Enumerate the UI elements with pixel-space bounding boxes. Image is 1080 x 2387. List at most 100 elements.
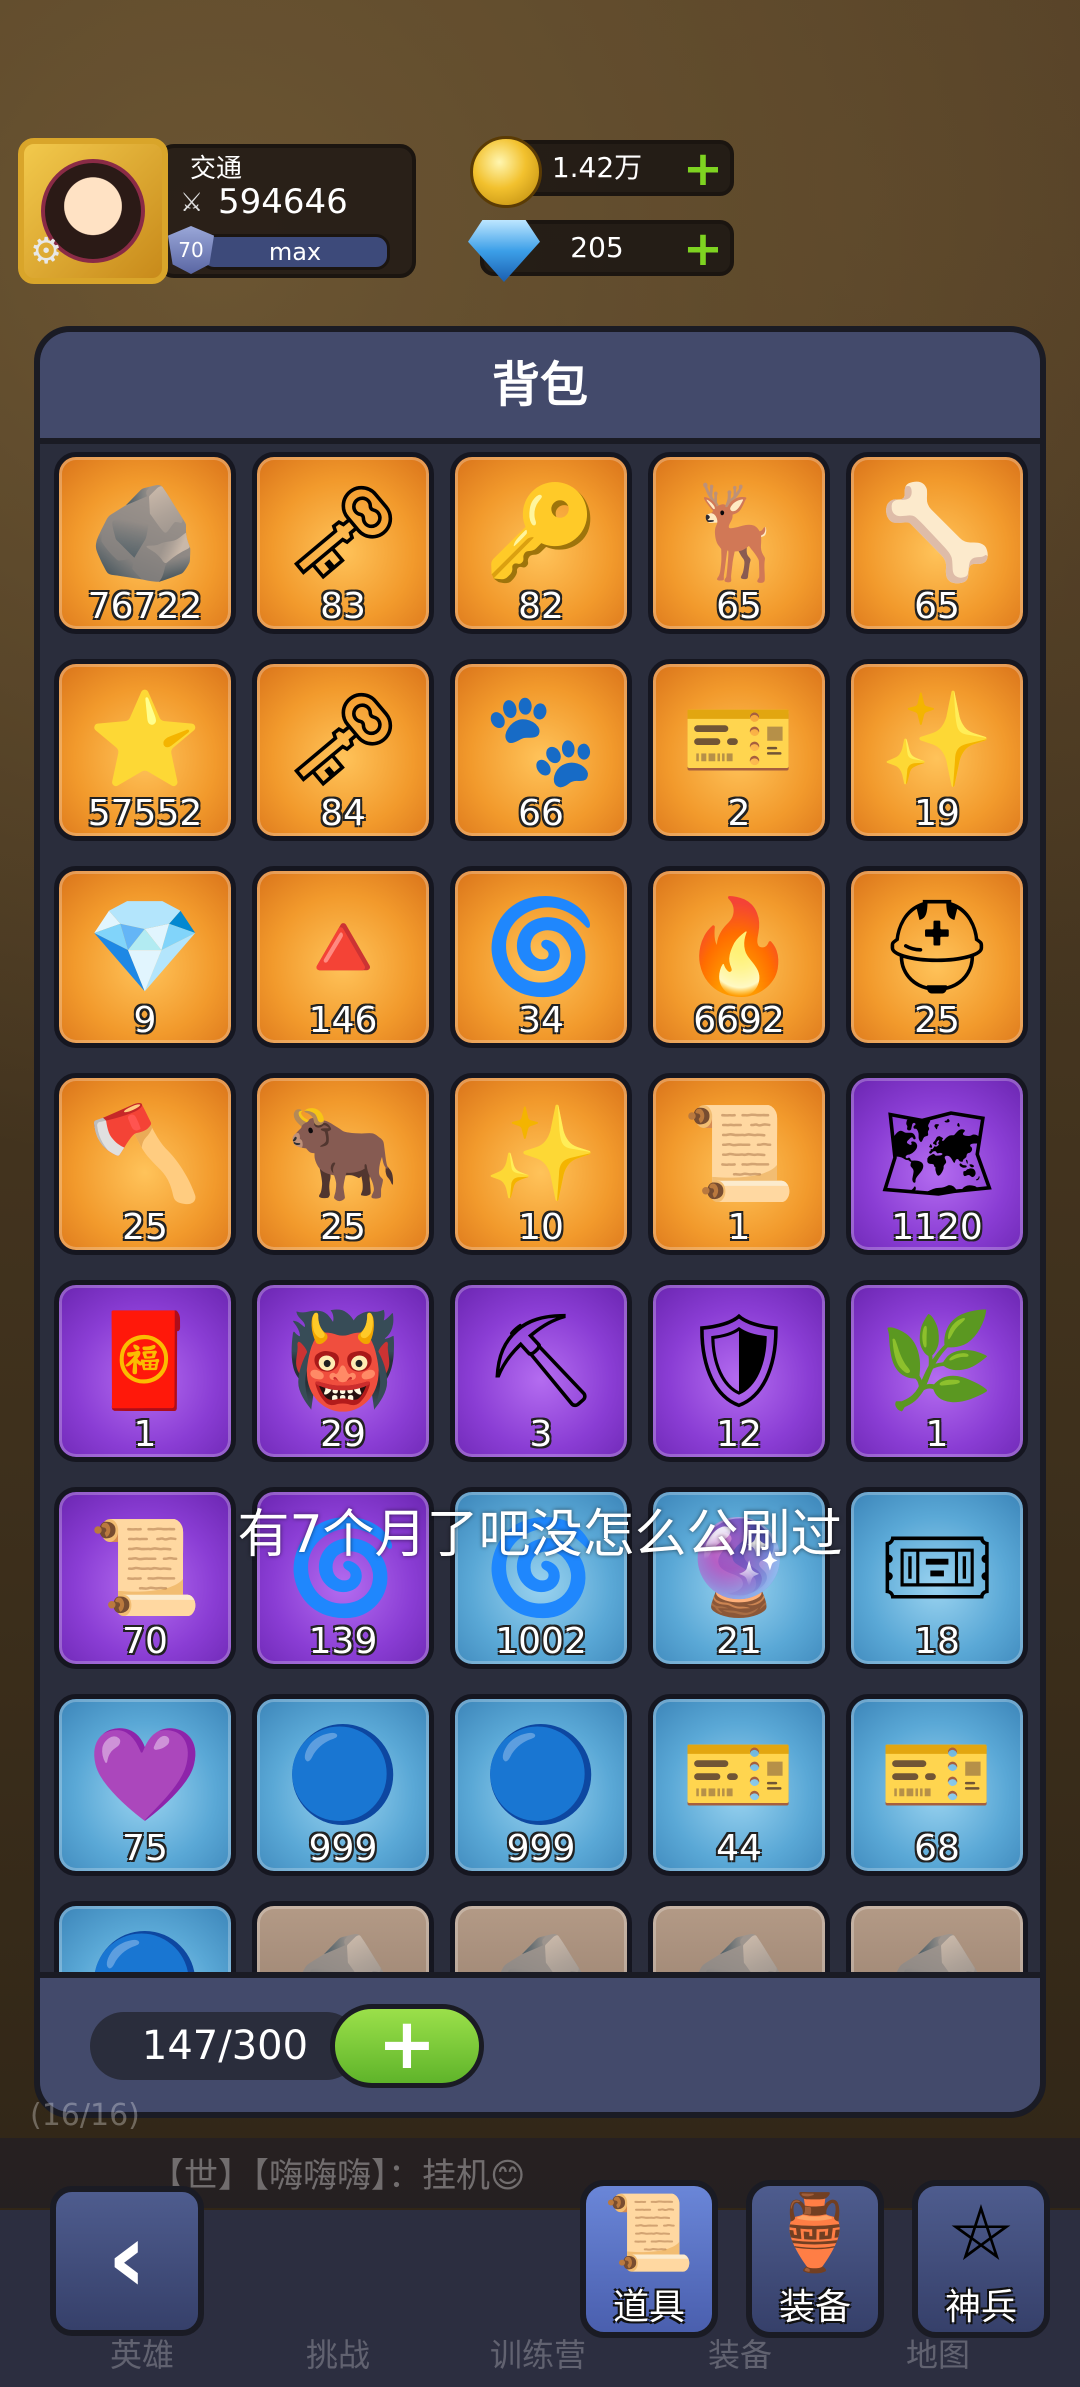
item-slot[interactable]: ⛏ 3 <box>450 1280 632 1462</box>
backpack-capacity: 147/300 <box>90 2012 360 2080</box>
back-arrow-icon: ‹ <box>107 2202 147 2314</box>
blue-orb-icon: 🔵 <box>285 1720 401 1828</box>
item-slot[interactable]: ✨ 10 <box>450 1073 632 1255</box>
item-slot[interactable]: ✨ 19 <box>846 659 1028 841</box>
nav-label-heroes: 英雄 <box>110 2336 175 2374</box>
horned-cap-icon: 🐂 <box>285 1099 401 1207</box>
horned-helmet-icon: ⛑ <box>878 892 996 1000</box>
item-count: 25 <box>914 1000 960 1041</box>
gold-coin-icon <box>470 136 542 208</box>
player-avatar[interactable]: ⚙ <box>18 138 168 284</box>
fortune-lantern-icon: 🧧 <box>87 1306 203 1414</box>
item-slot[interactable]: 🗺 1120 <box>846 1073 1028 1255</box>
antler-icon: 🦌 <box>681 478 797 586</box>
gold-amount: 1.42万 <box>551 151 643 184</box>
item-slot[interactable]: 🔥 6692 <box>648 866 830 1048</box>
add-gold-plus-icon[interactable]: + <box>682 145 724 193</box>
item-count: 6692 <box>693 1000 785 1041</box>
item-count: 57552 <box>87 793 203 834</box>
item-slot[interactable]: 🔑 82 <box>450 452 632 634</box>
item-slot[interactable]: ⭐ 57552 <box>54 659 236 841</box>
item-count: 25 <box>122 1207 168 1248</box>
pentagram-icon: ⛤ <box>951 2190 1011 2276</box>
item-slot[interactable]: 🎫 68 <box>846 1694 1028 1876</box>
axe-icon: 🪓 <box>87 1099 203 1207</box>
item-slot[interactable]: 🐾 66 <box>450 659 632 841</box>
backpack-footer: 147/300 + <box>40 1972 1040 2112</box>
item-slot[interactable]: 📜 1 <box>648 1073 830 1255</box>
item-slot[interactable]: 🪓 25 <box>54 1073 236 1255</box>
tab-equipment[interactable]: 🏺 装备 <box>746 2180 884 2338</box>
bear-paw-icon: 🐾 <box>483 685 599 793</box>
star-stone-icon: ⭐ <box>87 685 203 793</box>
item-slot[interactable]: 💎 9 <box>54 866 236 1048</box>
bronze-key-icon: 🗝 <box>284 685 402 793</box>
item-count: 29 <box>320 1414 366 1455</box>
back-button[interactable]: ‹ <box>50 2186 204 2336</box>
chat-message: 【世】【嗨嗨嗨】：挂机😊 <box>150 2156 526 2196</box>
item-slot[interactable]: 🗝 84 <box>252 659 434 841</box>
item-slot[interactable]: 🔵 999 <box>252 1694 434 1876</box>
crossed-swords-icon: ⚔ <box>180 188 204 218</box>
combat-power: 594646 <box>218 182 348 222</box>
silver-key-icon: 🗝 <box>284 478 402 586</box>
item-slot[interactable]: 🗝 83 <box>252 452 434 634</box>
add-gems-plus-icon[interactable]: + <box>682 225 724 273</box>
item-slot[interactable]: 🧧 1 <box>54 1280 236 1462</box>
item-slot[interactable]: 🎫 2 <box>648 659 830 841</box>
comment-overlay-text: 有7个月了吧没怎么公刷过 <box>237 1505 843 1565</box>
red-gold-ticket-icon: 🎫 <box>681 1720 797 1828</box>
shield-coin-icon: 🛡 <box>680 1306 798 1414</box>
fire-rune-stone-icon: 🔥 <box>681 892 797 1000</box>
item-slot[interactable]: ⛑ 25 <box>846 866 1028 1048</box>
item-slot[interactable]: 🎫 44 <box>648 1694 830 1876</box>
tab-divine-weapons-label: 神兵 <box>944 2287 1017 2328</box>
treasure-map-icon: 🗺 <box>878 1099 996 1207</box>
blue-ticket-icon: 🎫 <box>879 1720 995 1828</box>
item-count: 1120 <box>891 1207 983 1248</box>
item-slot[interactable]: 🐂 25 <box>252 1073 434 1255</box>
item-slot[interactable]: 🌿 1 <box>846 1280 1028 1462</box>
item-count: 1 <box>925 1414 949 1455</box>
scroll-icon: 📜 <box>602 2190 696 2276</box>
settings-gear-icon[interactable]: ⚙ <box>30 231 62 272</box>
tab-equipment-label: 装备 <box>778 2287 851 2328</box>
gold-key-icon: 🔑 <box>483 478 599 586</box>
gold-dust-icon: ✨ <box>483 1099 599 1207</box>
item-slot[interactable]: 💜 75 <box>54 1694 236 1876</box>
item-count: 44 <box>716 1828 762 1869</box>
item-slot[interactable]: 🦴 65 <box>846 452 1028 634</box>
nav-label-challenge: 挑战 <box>306 2336 371 2374</box>
item-count: 19 <box>914 793 960 834</box>
item-count: 9 <box>133 1000 157 1041</box>
item-slot[interactable]: 🌀 34 <box>450 866 632 1048</box>
blue-orb-icon: 🔵 <box>483 1720 599 1828</box>
item-slot[interactable]: 👹 29 <box>252 1280 434 1462</box>
tab-items[interactable]: 📜 道具 <box>580 2180 718 2338</box>
armor-icon: 🏺 <box>768 2190 862 2276</box>
gold-ticket-icon: 🎫 <box>681 685 797 793</box>
tab-items-label: 道具 <box>612 2287 685 2328</box>
item-count: 18 <box>914 1621 960 1662</box>
item-count: 68 <box>914 1828 960 1869</box>
item-count: 25 <box>320 1207 366 1248</box>
item-slot[interactable]: 🔵 999 <box>450 1694 632 1876</box>
item-count: 34 <box>518 1000 564 1041</box>
item-slot[interactable]: 🦌 65 <box>648 452 830 634</box>
expand-capacity-button[interactable]: + <box>330 2004 484 2088</box>
item-count: 70 <box>122 1621 168 1662</box>
item-slot[interactable]: 🛡 12 <box>648 1280 830 1462</box>
item-count: 82 <box>518 586 564 627</box>
backpack-title-bar: 背包 <box>40 332 1040 444</box>
item-count: 76722 <box>87 586 203 627</box>
item-count: 66 <box>518 793 564 834</box>
tab-divine-weapons[interactable]: ⛤ 神兵 <box>912 2180 1050 2338</box>
purple-gem-icon: 💜 <box>87 1720 203 1828</box>
tiki-mask-icon: 👹 <box>285 1306 401 1414</box>
item-slot[interactable]: 🔺 146 <box>252 866 434 1048</box>
blue-rune-stone-icon: 🪨 <box>87 478 203 586</box>
item-count: 999 <box>308 1828 378 1869</box>
item-count: 1002 <box>495 1621 587 1662</box>
item-count: 65 <box>716 586 762 627</box>
item-slot[interactable]: 🪨 76722 <box>54 452 236 634</box>
